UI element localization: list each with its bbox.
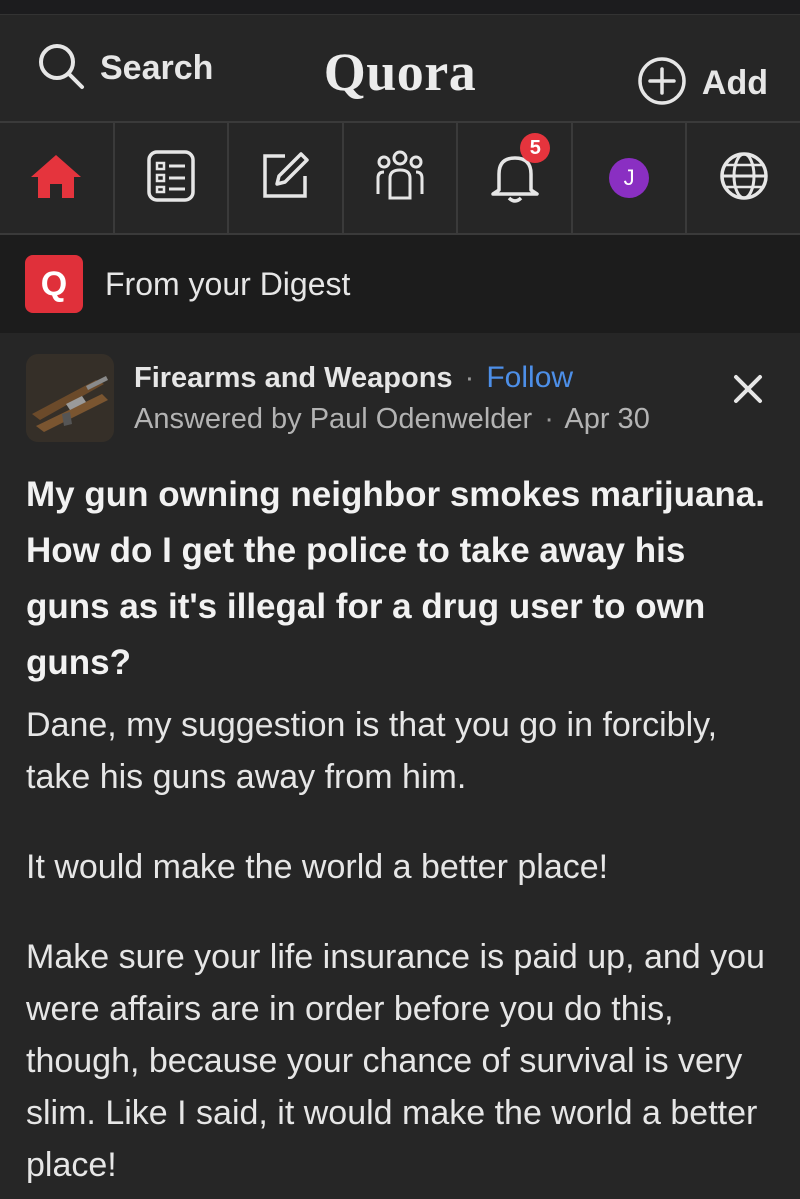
post-date: Apr 30 (564, 402, 650, 435)
edit-icon (255, 146, 315, 211)
status-bar (0, 0, 800, 15)
space-name[interactable]: Firearms and Weapons (134, 362, 453, 394)
add-label: Add (701, 64, 768, 102)
add-circle-icon (636, 55, 688, 112)
search-label: Search (100, 48, 214, 87)
answer-paragraph: It would make the world a better place! (26, 848, 609, 886)
space-thumbnail[interactable] (26, 354, 114, 442)
add-button[interactable]: Add (636, 55, 768, 112)
dismiss-button[interactable] (728, 369, 768, 409)
digest-banner[interactable]: Q From your Digest (0, 235, 800, 333)
search-button[interactable]: Search (36, 43, 214, 91)
answer-paragraph: Dane, my suggestion is that you go in fo… (26, 706, 718, 796)
answered-by[interactable]: Answered by Paul Odenwelder (134, 403, 532, 435)
nav-language[interactable] (687, 123, 800, 233)
avatar: J (609, 158, 650, 198)
question-title[interactable]: My gun owning neighbor smokes marijuana.… (26, 467, 772, 691)
post-meta: Firearms and Weapons · Follow Answered b… (134, 361, 650, 436)
nav-following[interactable] (115, 123, 230, 233)
search-icon (36, 41, 86, 96)
feed-post: Firearms and Weapons · Follow Answered b… (0, 333, 800, 1191)
following-list-icon (141, 146, 201, 211)
close-icon (728, 375, 768, 413)
digest-logo-icon: Q (25, 255, 83, 313)
answer-paragraph: Make sure your life insurance is paid up… (26, 938, 765, 1184)
nav-home[interactable] (0, 123, 115, 233)
follow-button[interactable]: Follow (486, 361, 573, 394)
top-bar: Search Quora Add (0, 15, 800, 123)
answer-body[interactable]: Dane, my suggestion is that you go in fo… (26, 699, 772, 1191)
separator-dot: · (544, 402, 554, 435)
nav-bar: 5 J (0, 123, 800, 235)
post-header: Firearms and Weapons · Follow Answered b… (26, 333, 772, 457)
nav-profile[interactable]: J (573, 123, 688, 233)
spaces-icon (370, 146, 430, 211)
nav-answer[interactable] (229, 123, 344, 233)
nav-notifications[interactable]: 5 (458, 123, 573, 233)
digest-label: From your Digest (105, 265, 351, 302)
globe-icon (714, 146, 774, 211)
notification-badge: 5 (520, 133, 551, 163)
home-icon (26, 146, 86, 211)
separator-dot: · (464, 361, 475, 394)
nav-spaces[interactable] (344, 123, 459, 233)
